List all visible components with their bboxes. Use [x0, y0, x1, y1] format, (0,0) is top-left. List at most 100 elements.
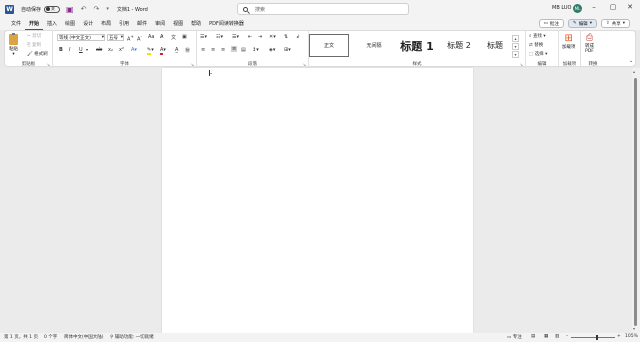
save-icon[interactable]: ▣ [66, 5, 74, 14]
numbering-icon[interactable]: ☷▾ [216, 34, 223, 40]
search-box[interactable]: 搜索 [237, 3, 409, 15]
tab-draw[interactable]: 绘图 [61, 18, 79, 30]
copy-button[interactable]: ⎘ 复制 [27, 42, 41, 48]
chevron-down-icon[interactable]: ▾ [512, 43, 519, 50]
print-layout-icon[interactable]: ▦ [544, 334, 548, 339]
strikethrough-icon[interactable]: ab [96, 47, 102, 53]
clear-formatting-icon[interactable]: A̷ [160, 34, 163, 40]
style-heading-1[interactable]: 标题 1 [395, 34, 439, 57]
subscript-icon[interactable]: x₂ [108, 47, 113, 53]
addins-button[interactable]: ⊞ 加载项 [562, 33, 576, 50]
justify-icon[interactable]: ≡ [231, 46, 238, 52]
bullets-icon[interactable]: ☰▾ [200, 34, 207, 40]
font-size-select[interactable]: 五号 ▾ [107, 34, 124, 41]
dialog-launcher-icon[interactable]: ↘ [303, 62, 306, 67]
style-no-spacing[interactable]: 无间隔 [353, 34, 395, 57]
comment-button[interactable]: ▭ 批注 [538, 19, 564, 28]
chevron-up-icon[interactable]: ▴ [512, 35, 519, 42]
align-left-icon[interactable]: ≡ [201, 47, 205, 53]
show-marks-icon[interactable]: ↲ [296, 34, 300, 40]
tab-mailings[interactable]: 邮件 [133, 18, 151, 30]
sort-icon[interactable]: ⇅ [284, 34, 288, 40]
zoom-in-icon[interactable]: + [617, 334, 621, 339]
grow-font-icon[interactable]: A+ [127, 34, 134, 43]
zoom-slider-knob[interactable] [596, 335, 598, 340]
chevron-down-icon[interactable]: ▾ [86, 47, 88, 52]
character-shading-icon[interactable]: A̲ [175, 47, 178, 53]
autosave-toggle[interactable]: 关 [44, 5, 61, 13]
font-color-icon[interactable]: A▾ [160, 47, 166, 55]
select-button[interactable]: ⬚ 选择 ▾ [529, 51, 547, 57]
collapse-ribbon-icon[interactable]: ⌄ [629, 58, 633, 64]
customize-qat-icon[interactable]: ▾ [106, 6, 109, 12]
user-name[interactable]: MB LUO [552, 5, 571, 11]
shading-icon[interactable]: ◈▾ [269, 47, 275, 53]
minimize-icon[interactable]: – [588, 3, 600, 11]
style-title[interactable]: 标题 [479, 34, 511, 57]
focus-mode-button[interactable]: ▭ 专注 [507, 334, 522, 340]
cut-button[interactable]: ✂ 剪切 [27, 33, 41, 39]
replace-button[interactable]: ⇄ 替换 [529, 42, 543, 48]
language-status[interactable]: 简体中文(中国大陆) [64, 334, 104, 340]
editing-mode-button[interactable]: ✎ 编辑 ▾ [567, 19, 597, 28]
italic-icon[interactable]: I [69, 47, 70, 53]
tab-help[interactable]: 帮助 [187, 18, 205, 30]
change-case-icon[interactable]: Aa [148, 34, 154, 40]
text-effects-icon[interactable]: A▾ [131, 47, 137, 53]
scroll-up-icon[interactable]: ▴ [633, 69, 635, 74]
vertical-scrollbar[interactable]: ▴ ▾ [632, 68, 640, 333]
zoom-level[interactable]: 105% [625, 334, 638, 339]
tab-layout[interactable]: 布局 [97, 18, 115, 30]
undo-icon[interactable]: ↶ [81, 5, 87, 13]
align-center-icon[interactable]: ≡ [211, 47, 215, 53]
tab-insert[interactable]: 插入 [43, 18, 61, 30]
format-painter-button[interactable]: 🖌 格式刷 [27, 51, 48, 57]
dialog-launcher-icon[interactable]: ↘ [191, 62, 194, 67]
font-name-select[interactable]: 等线 (中文正文) ▾ [57, 34, 105, 41]
tab-view[interactable]: 视图 [169, 18, 187, 30]
style-heading-2[interactable]: 标题 2 [439, 34, 479, 57]
highlight-icon[interactable]: ✎▾ [147, 47, 154, 55]
tab-references[interactable]: 引用 [115, 18, 133, 30]
redo-icon[interactable]: ↷ [93, 5, 99, 13]
character-border-icon[interactable]: ▣ [182, 34, 187, 40]
find-button[interactable]: ⌕ 查找 ▾ [529, 33, 546, 39]
more-icon[interactable]: ▾ [512, 51, 519, 58]
convert-pdf-button[interactable]: ⎙ 转成 PDF [585, 33, 594, 54]
read-mode-icon[interactable]: ▤ [531, 334, 535, 339]
dialog-launcher-icon[interactable]: ↘ [520, 62, 523, 67]
zoom-slider[interactable] [571, 335, 615, 340]
share-button[interactable]: ⇪ 共享 ▾ [600, 19, 630, 28]
borders-icon[interactable]: ⊞▾ [284, 47, 291, 53]
tab-review[interactable]: 审阅 [151, 18, 169, 30]
distributed-icon[interactable]: ▤ [241, 47, 246, 53]
tab-design[interactable]: 设计 [79, 18, 97, 30]
style-normal[interactable]: 正文 [309, 34, 349, 57]
scrollbar-thumb[interactable] [634, 78, 637, 326]
accessibility-status[interactable]: ⚲ 辅助功能: 一切就绪 [110, 334, 154, 340]
tab-file[interactable]: 文件 [7, 18, 25, 30]
line-spacing-icon[interactable]: ↕▾ [252, 47, 259, 53]
phonetic-guide-icon[interactable]: 文 [171, 34, 176, 41]
scroll-down-icon[interactable]: ▾ [633, 326, 635, 331]
zoom-out-icon[interactable]: – [566, 334, 568, 339]
page-count[interactable]: 第 1 页，共 1 页 [4, 334, 38, 340]
multilevel-list-icon[interactable]: ☰▾ [232, 34, 239, 40]
underline-icon[interactable]: U [79, 47, 83, 53]
increase-indent-icon[interactable]: ⇥ [258, 34, 262, 40]
tab-pdf-converter[interactable]: PDF阅读转换器 [205, 18, 248, 30]
close-icon[interactable]: ✕ [624, 3, 636, 11]
bold-icon[interactable]: B [59, 47, 63, 53]
superscript-icon[interactable]: x² [119, 47, 124, 53]
tab-home[interactable]: 开始 [25, 18, 44, 30]
document-page[interactable] [162, 68, 473, 333]
paste-button[interactable]: 粘贴 ▾ [9, 33, 18, 57]
align-right-icon[interactable]: ≡ [221, 47, 225, 53]
dialog-launcher-icon[interactable]: ↘ [47, 62, 50, 67]
chinese-layout-icon[interactable]: ✕▾ [269, 34, 276, 40]
word-count[interactable]: 0 个字 [44, 334, 57, 340]
restore-icon[interactable]: ▢ [607, 3, 619, 11]
avatar[interactable]: ML [573, 4, 582, 13]
shrink-font-icon[interactable]: A- [137, 34, 142, 43]
enclose-characters-icon[interactable]: ㊖ [185, 47, 190, 54]
